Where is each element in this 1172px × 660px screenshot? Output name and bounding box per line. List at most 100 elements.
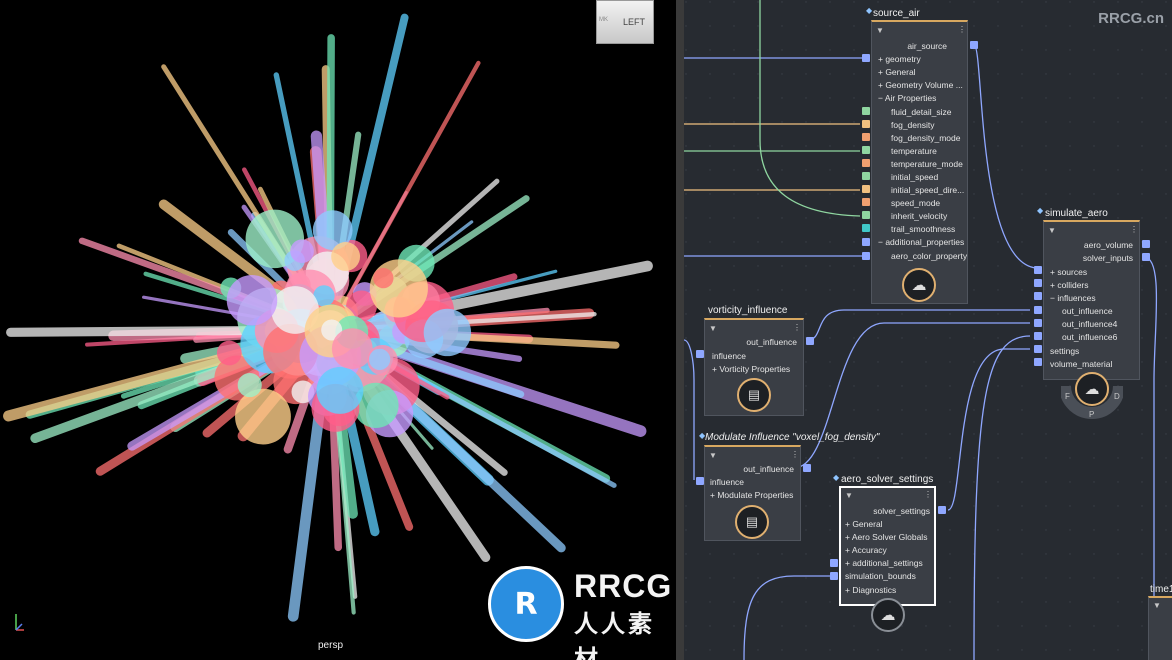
node-body[interactable]: ▼ ⋮ air_source + geometry + General + Ge… [871,20,968,304]
port-settings[interactable] [1034,345,1042,353]
port-colliders[interactable] [1034,279,1042,287]
smoke-puff [235,388,291,445]
smoke-puff [237,372,262,398]
port-output-air-source[interactable] [970,41,978,49]
viewcube[interactable]: MK LEFT [596,0,654,44]
port-output-out-influence[interactable] [803,464,811,472]
node-body[interactable]: ▼ [1148,596,1172,660]
row-additional-properties[interactable]: − additional_properties [878,236,964,249]
port-additional-properties[interactable] [862,238,870,246]
port-trail-smoothness[interactable] [862,224,870,232]
node-body[interactable]: ▼ ⋮ aero_volume solver_inputs + sources … [1043,220,1140,380]
row-sources[interactable]: + sources [1050,266,1087,279]
port-initial-speed[interactable] [862,172,870,180]
node-menu-icon[interactable]: ⋮ [1130,225,1138,234]
port-influences[interactable] [1034,292,1042,300]
collapse-arrow-icon[interactable]: ▼ [1048,226,1056,235]
port-fog-density[interactable] [862,120,870,128]
node-pin-icon: ◆ [866,6,873,15]
port-fluid-detail-size[interactable] [862,107,870,115]
node-menu-icon[interactable]: ⋮ [958,25,966,34]
cloud-icon[interactable]: ☁ [902,268,936,302]
ring-label-f[interactable]: F [1065,392,1070,401]
row-colliders[interactable]: + colliders [1050,279,1089,292]
port-sources[interactable] [1034,266,1042,274]
port-out-influence6[interactable] [1034,332,1042,340]
row-diagnostics[interactable]: + Diagnostics [845,584,896,597]
row-fog-density-mode: fog_density_mode [891,133,961,143]
node-menu-icon[interactable]: ⋮ [924,490,932,499]
node-menu-icon[interactable]: ⋮ [793,323,801,332]
node-body[interactable]: ▼ ⋮ out_influence influence + Modulate P… [704,445,801,541]
row-air-properties[interactable]: − Air Properties [878,92,936,105]
node-title: time1 [1150,584,1172,595]
smoke-puff [316,366,364,414]
row-out-influence: out_influence [1062,306,1113,316]
row-modulate-properties[interactable]: + Modulate Properties [710,489,793,502]
port-geometry[interactable] [862,54,870,62]
collapse-arrow-icon[interactable]: ▼ [845,491,853,500]
port-influence[interactable] [696,477,704,485]
influence-icon[interactable]: ▤ [737,378,771,412]
port-output-solver-settings[interactable] [938,506,946,514]
cloud-icon[interactable]: ☁ [871,598,905,632]
port-influence[interactable] [696,350,704,358]
row-geometry[interactable]: + geometry [878,53,921,66]
rrcg-logo-icon: R [488,566,564,642]
watermark-corner-text: RRCG.cn [1098,10,1164,27]
row-vorticity-properties[interactable]: + Vorticity Properties [712,363,790,376]
3d-viewport[interactable]: MK LEFT persp R RRCG 人人素材 [0,0,676,660]
port-output-out-influence[interactable] [806,337,814,345]
port-additional-settings[interactable] [830,559,838,567]
cloud-icon[interactable]: ☁ [1075,372,1109,406]
axis-gizmo [8,606,38,636]
row-accuracy[interactable]: + Accuracy [845,544,887,557]
smoke-puff [226,275,278,326]
row-fog-density: fog_density [891,120,935,130]
port-inherit-velocity[interactable] [862,211,870,219]
port-out-influence4[interactable] [1034,319,1042,327]
panel-divider[interactable] [676,0,684,660]
port-output-solver-inputs[interactable] [1142,253,1150,261]
port-fog-density-mode[interactable] [862,133,870,141]
row-geometry-volume[interactable]: + Geometry Volume ... [878,79,963,92]
node-graph-editor[interactable]: RRCG.cn ◆ source_air ▼ ⋮ air_source + ge… [684,0,1172,660]
node-title: simulate_aero [1045,208,1108,219]
rrcg-logo-subtext: 人人素材 [574,611,655,660]
row-influences[interactable]: − influences [1050,292,1096,305]
row-aero-solver-globals[interactable]: + Aero Solver Globals [845,531,927,544]
port-speed-mode[interactable] [862,198,870,206]
port-out-influence[interactable] [1034,306,1042,314]
ring-label-d[interactable]: D [1114,392,1120,401]
smoke-puff [373,267,394,289]
row-inherit-velocity: inherit_velocity [891,211,948,221]
collapse-arrow-icon[interactable]: ▼ [1153,601,1161,610]
row-temperature-mode: temperature_mode [891,159,963,169]
row-influence: influence [712,351,747,361]
node-title: vorticity_influence [708,305,788,316]
node-body[interactable]: ▼ ⋮ out_influence influence + Vorticity … [704,318,804,416]
node-menu-icon[interactable]: ⋮ [791,450,799,459]
ring-label-p[interactable]: P [1089,410,1094,419]
collapse-arrow-icon[interactable]: ▼ [709,451,717,460]
row-general[interactable]: + General [845,518,883,531]
smoke-puff [216,340,242,366]
port-aero-color-property[interactable] [862,252,870,260]
row-influence: influence [710,477,745,487]
row-general[interactable]: + General [878,66,916,79]
port-temperature-mode[interactable] [862,159,870,167]
node-pin-icon: ◆ [833,473,840,482]
port-initial-speed-direction[interactable] [862,185,870,193]
port-simulation-bounds[interactable] [830,572,838,580]
node-body[interactable]: ▼ ⋮ solver_settings + General + Aero Sol… [839,486,936,606]
collapse-arrow-icon[interactable]: ▼ [876,26,884,35]
viewcube-face-label: LEFT [623,17,646,27]
port-temperature[interactable] [862,146,870,154]
rrcg-logo-text: RRCG [574,568,673,604]
port-output-aero-volume[interactable] [1142,240,1150,248]
row-additional-settings[interactable]: + additional_settings [845,557,923,570]
influence-icon[interactable]: ▤ [735,505,769,539]
port-volume-material[interactable] [1034,358,1042,366]
collapse-arrow-icon[interactable]: ▼ [709,324,717,333]
row-initial-speed-direction: initial_speed_dire... [891,185,965,195]
